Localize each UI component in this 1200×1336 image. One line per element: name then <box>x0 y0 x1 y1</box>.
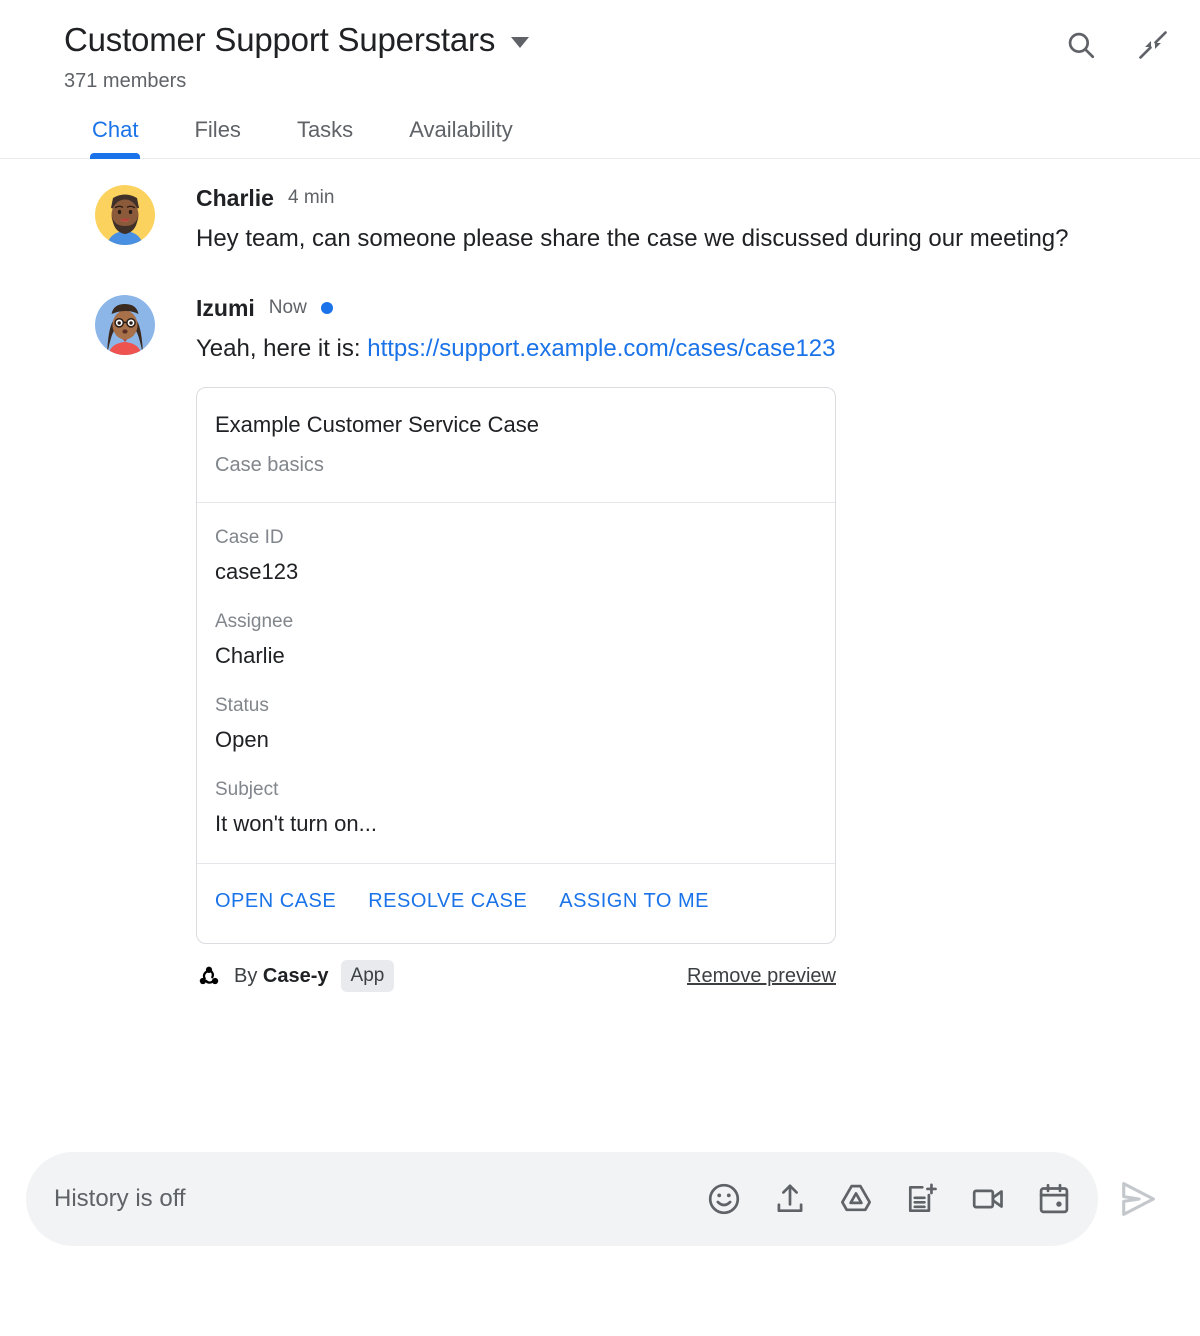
room-title-row: Customer Support Superstars <box>64 18 1172 62</box>
message-author: Charlie <box>196 185 274 211</box>
avatar[interactable] <box>95 295 155 355</box>
card-actions: OPEN CASE RESOLVE CASE ASSIGN TO ME <box>197 864 835 943</box>
card-fields: Case ID case123 Assignee Charlie Status … <box>197 503 835 864</box>
card-attribution: By Case-y App <box>196 960 395 992</box>
message-meta: Izumi Now <box>196 293 1170 323</box>
new-doc-icon[interactable] <box>904 1181 940 1217</box>
upload-icon[interactable] <box>772 1181 808 1217</box>
tab-tasks[interactable]: Tasks <box>269 116 381 158</box>
message-input[interactable]: History is off <box>54 1184 706 1214</box>
unread-indicator-dot <box>320 302 333 314</box>
attribution-app-name: Case-y <box>262 965 329 987</box>
card-attribution-row: By Case-y App Remove preview <box>196 960 836 992</box>
card-title: Example Customer Service Case <box>215 412 540 437</box>
tab-availability[interactable]: Availability <box>381 116 541 158</box>
tab-chat-label: Chat <box>92 117 139 142</box>
field-label: Status <box>215 695 269 716</box>
message-timestamp: Now <box>268 297 307 318</box>
avatar[interactable] <box>95 185 155 245</box>
tab-chat[interactable]: Chat <box>64 116 166 159</box>
page-title: Customer Support Superstars <box>64 21 496 58</box>
compose-icons <box>706 1181 1072 1217</box>
field-value: It won't turn on... <box>215 811 377 836</box>
field-label: Assignee <box>215 611 294 632</box>
case-preview-card: Example Customer Service Case Case basic… <box>196 387 836 944</box>
header-actions <box>1064 28 1170 62</box>
webhook-icon <box>199 966 219 985</box>
field-label: Case ID <box>215 527 284 548</box>
message-text: Hey team, can someone please share the c… <box>196 225 1069 252</box>
send-icon <box>1122 1182 1155 1216</box>
compose-input-container[interactable]: History is off <box>26 1152 1098 1246</box>
case-link[interactable]: https://support.example.com/cases/case12… <box>367 335 835 362</box>
tab-files[interactable]: Files <box>166 116 268 158</box>
tab-availability-label: Availability <box>409 117 513 142</box>
calendar-icon[interactable] <box>1036 1181 1072 1217</box>
message-author: Izumi <box>196 295 255 321</box>
chevron-down-icon[interactable] <box>511 37 530 48</box>
field-subject: Subject It won't turn on... <box>215 777 817 839</box>
message-body: Izumi Now Yeah, here it is: https://supp… <box>196 293 1170 992</box>
member-count: 371 members <box>64 70 187 92</box>
message-text: Yeah, here it is: https://support.exampl… <box>196 329 1096 369</box>
emoji-icon[interactable] <box>706 1181 742 1217</box>
field-case-id: Case ID case123 <box>215 525 817 587</box>
assign-to-me-button[interactable]: ASSIGN TO ME <box>559 890 709 913</box>
search-icon[interactable] <box>1064 28 1098 62</box>
room-tabs: Chat Files Tasks Availability <box>0 94 1200 159</box>
field-value: case123 <box>215 559 299 584</box>
tab-files-label: Files <box>194 117 241 142</box>
message-text-prefix: Yeah, here it is: <box>196 335 368 362</box>
field-label: Subject <box>215 779 279 800</box>
avatar-izumi-image <box>95 295 155 355</box>
drive-icon[interactable] <box>838 1181 874 1217</box>
message-item: Izumi Now Yeah, here it is: https://supp… <box>0 293 1200 992</box>
send-button[interactable] <box>1112 1173 1164 1225</box>
video-camera-icon[interactable] <box>970 1181 1006 1217</box>
card-subtitle: Case basics <box>215 454 324 476</box>
avatar-charlie-image <box>95 185 155 245</box>
message-body: Charlie 4 min Hey team, can someone plea… <box>196 183 1170 259</box>
resolve-case-button[interactable]: RESOLVE CASE <box>368 890 527 913</box>
card-header: Example Customer Service Case Case basic… <box>197 388 835 503</box>
open-case-button[interactable]: OPEN CASE <box>215 890 336 913</box>
message-list: Charlie 4 min Hey team, can someone plea… <box>0 159 1200 1132</box>
attribution-text: By Case-y <box>234 963 329 989</box>
chat-room-panel: Customer Support Superstars 371 members … <box>0 0 1200 1336</box>
room-header: Customer Support Superstars 371 members <box>0 0 1200 94</box>
remove-preview-link[interactable]: Remove preview <box>687 963 836 989</box>
app-chip: App <box>340 960 395 992</box>
field-value: Charlie <box>215 643 285 668</box>
collapse-icon[interactable] <box>1136 28 1170 62</box>
field-assignee: Assignee Charlie <box>215 609 817 671</box>
message-item: Charlie 4 min Hey team, can someone plea… <box>0 183 1200 259</box>
attribution-by-label: By <box>234 965 263 987</box>
compose-bar: History is off <box>0 1132 1200 1336</box>
tab-tasks-label: Tasks <box>296 117 354 142</box>
field-status: Status Open <box>215 693 817 755</box>
message-meta: Charlie 4 min <box>196 183 1170 213</box>
field-value: Open <box>215 727 269 752</box>
message-timestamp: 4 min <box>287 187 335 208</box>
